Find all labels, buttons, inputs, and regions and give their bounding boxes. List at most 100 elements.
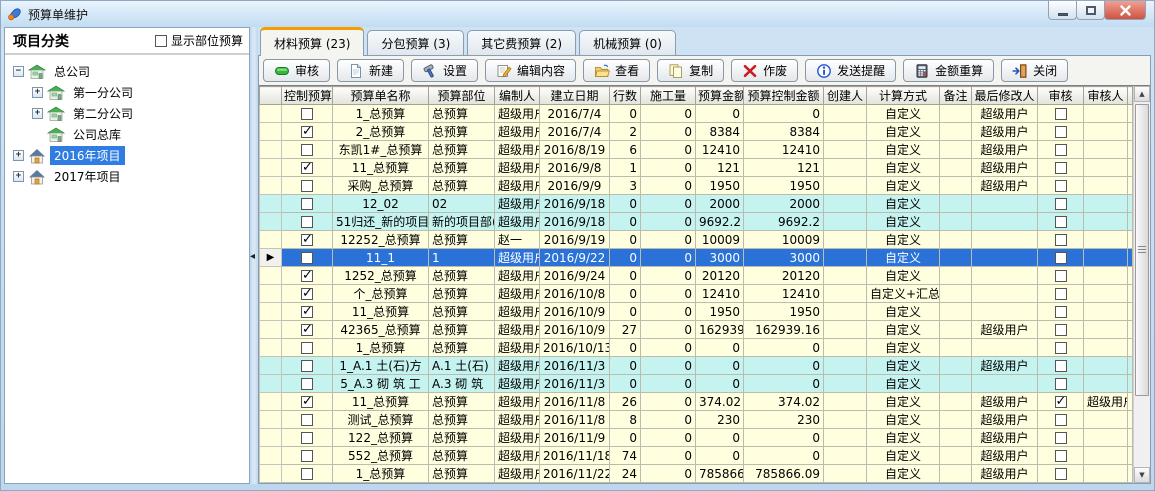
cell-camount[interactable]: 0 [744,357,824,375]
cell-creator[interactable] [824,465,867,483]
cell-amount[interactable]: 121 [696,159,744,177]
cell-part[interactable]: 总预算 [429,159,495,177]
cell-audit[interactable] [1038,429,1084,447]
row-selector[interactable] [260,123,282,141]
cell-audit[interactable] [1038,177,1084,195]
cell-creator[interactable] [824,249,867,267]
cell-modifier[interactable] [972,231,1038,249]
cell-audit[interactable] [1038,159,1084,177]
cell-camount[interactable]: 3000 [744,249,824,267]
cell-amount[interactable]: 0 [696,357,744,375]
cell-calc[interactable]: 自定义 [867,465,940,483]
cell-part[interactable]: 总预算 [429,123,495,141]
cell-amount[interactable]: 0 [696,429,744,447]
cell-part[interactable]: 总预算 [429,105,495,123]
cell-camount[interactable]: 230 [744,411,824,429]
cell-auditor[interactable] [1084,321,1128,339]
close-button[interactable] [1104,1,1146,20]
plus-box-icon[interactable]: + [13,150,24,161]
cell-audit[interactable] [1038,375,1084,393]
cell-lines[interactable]: 0 [610,231,641,249]
cell-author[interactable]: 超级用户 [495,285,540,303]
cell-amount[interactable]: 0 [696,375,744,393]
cell-audit[interactable] [1038,339,1084,357]
cell-modifier[interactable] [972,213,1038,231]
cell-modifier[interactable]: 超级用户 [972,429,1038,447]
control-checkbox[interactable] [301,306,313,318]
cell-modifier[interactable]: 超级用户 [972,447,1038,465]
cell-amount[interactable]: 162939.16 [696,321,744,339]
cell-part[interactable]: 总预算 [429,465,495,483]
row-selector[interactable] [260,105,282,123]
row-selector[interactable] [260,465,282,483]
tree-item[interactable]: +2017年项目 [11,166,249,187]
cell-camount[interactable]: 0 [744,105,824,123]
cell-remark[interactable] [940,195,972,213]
cell-remark[interactable] [940,429,972,447]
cell-calc[interactable]: 自定义 [867,303,940,321]
cell-lines[interactable]: 0 [610,213,641,231]
cell-modifier[interactable]: 超级用户 [972,105,1038,123]
audit-checkbox[interactable] [1055,162,1067,174]
scrollbar-thumb[interactable] [1135,104,1149,396]
cell-amount[interactable]: 0 [696,339,744,357]
cell-author[interactable]: 超级用户 [495,321,540,339]
cell-control[interactable] [282,105,333,123]
cell-calc[interactable]: 自定义 [867,339,940,357]
audit-checkbox[interactable] [1055,270,1067,282]
cell-calc[interactable]: 自定义 [867,411,940,429]
cell-date[interactable]: 2016/8/19 [540,141,610,159]
cell-qty[interactable]: 0 [641,339,696,357]
maximize-button[interactable] [1076,1,1105,20]
cell-name[interactable]: 42365_总预算 [333,321,429,339]
cell-name[interactable]: 采购_总预算 [333,177,429,195]
cell-auditor[interactable] [1084,105,1128,123]
cell-modifier[interactable] [972,195,1038,213]
scroll-up-button[interactable]: ▲ [1134,86,1150,102]
cell-auditor[interactable] [1084,267,1128,285]
cell-calc[interactable]: 自定义 [867,393,940,411]
cell-creator[interactable] [824,267,867,285]
control-checkbox[interactable] [301,216,313,228]
panel-splitter[interactable]: ◂ [250,27,258,484]
cell-auditor[interactable]: 超级用户 [1084,393,1128,411]
cell-amount[interactable]: 785866.09 [696,465,744,483]
cell-name[interactable]: 5_A.3 砌 筑 工 [333,375,429,393]
cell-qty[interactable]: 0 [641,303,696,321]
cell-lines[interactable]: 74 [610,447,641,465]
row-selector[interactable] [260,159,282,177]
column-header-modifier[interactable]: 最后修改人 [972,87,1038,105]
cell-amount[interactable]: 9692.2 [696,213,744,231]
cell-qty[interactable]: 0 [641,123,696,141]
cell-creator[interactable] [824,177,867,195]
control-checkbox[interactable] [301,432,313,444]
cell-auditor[interactable] [1084,447,1128,465]
audit-checkbox[interactable] [1055,396,1067,408]
cell-author[interactable]: 超级用户 [495,123,540,141]
cell-date[interactable]: 2016/11/3 [540,375,610,393]
control-checkbox[interactable] [301,144,313,156]
audit-checkbox[interactable] [1055,414,1067,426]
cell-lines[interactable]: 6 [610,141,641,159]
cell-audit[interactable] [1038,465,1084,483]
tree-item[interactable]: +第一分公司 [11,82,249,103]
cell-audit[interactable] [1038,105,1084,123]
table-row[interactable]: 2_总预算总预算超级用户2016/7/42083848384自定义超级用户 [260,123,1133,141]
audit-checkbox[interactable] [1055,360,1067,372]
cell-date[interactable]: 2016/10/9 [540,321,610,339]
cell-control[interactable] [282,213,333,231]
cell-name[interactable]: 12_02 [333,195,429,213]
cell-creator[interactable] [824,429,867,447]
cell-calc[interactable]: 自定义+汇总 [867,285,940,303]
control-checkbox[interactable] [301,396,313,408]
cell-audit[interactable] [1038,141,1084,159]
audit-checkbox[interactable] [1055,180,1067,192]
cell-auditor[interactable] [1084,123,1128,141]
cell-control[interactable] [282,141,333,159]
row-selector[interactable] [260,321,282,339]
cell-auditor[interactable] [1084,213,1128,231]
cell-name[interactable]: 1_总预算 [333,105,429,123]
cell-author[interactable]: 超级用户 [495,447,540,465]
cell-auditor[interactable] [1084,465,1128,483]
cell-author[interactable]: 超级用户 [495,195,540,213]
